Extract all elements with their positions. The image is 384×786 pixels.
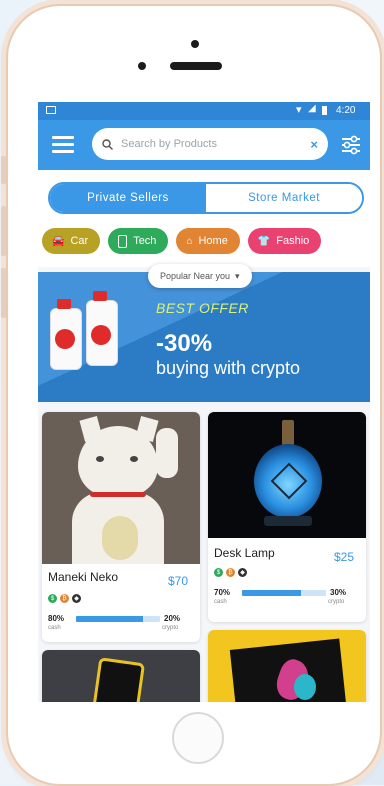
product-price: $25 [334,550,355,564]
chip-home[interactable]: ⌂ Home [176,228,240,254]
phone-product-image [42,650,200,702]
popular-near-you-dropdown[interactable]: Popular Near you ▾ [148,264,252,288]
product-card-desk-lamp[interactable]: Desk Lamp $25 $ ₿ ◆ 70% cash 30% crypto [208,412,366,622]
front-camera [191,40,199,48]
cash-percent: 70% [214,588,231,597]
detergent-bottle-image [50,299,82,370]
status-bar: ▾ ◢ 4:20 [38,102,370,120]
search-icon [102,138,113,150]
search-bar[interactable]: Search by Products × [92,128,328,160]
banner-best-offer: BEST OFFER [156,300,249,316]
chip-label: Tech [133,235,157,247]
app-screen: ▾ ◢ 4:20 Search by Products × Private Se… [38,102,370,702]
app-header: ▾ ◢ 4:20 Search by Products × Private Se… [38,102,370,267]
signal-icon: ◢ [308,103,316,114]
proximity-sensor [138,62,146,70]
popular-label: Popular Near you [160,271,231,281]
bitcoin-icon: ₿ [226,568,235,577]
chip-label: Car [70,235,89,247]
volume-up-button [1,206,6,256]
home-icon: ⌂ [186,235,193,247]
crypto-label: crypto [328,599,345,605]
chevron-down-icon: ▾ [235,270,240,281]
cash-fill [76,616,144,622]
status-time: 4:20 [336,105,356,116]
battery-icon [322,106,327,115]
tab-private-sellers[interactable]: Private Sellers [50,184,206,212]
ethereum-icon: ◆ [72,594,81,603]
ethereum-icon: ◆ [238,568,247,577]
crypto-percent: 30% [330,588,347,597]
mute-switch [1,156,6,184]
payment-split-bar [242,590,326,596]
promo-banner[interactable]: BEST OFFER -30% buying with crypto [38,272,370,402]
cash-label: cash [214,599,227,605]
product-name: Maneki Neko [48,570,119,584]
detergent-bottle-image [86,291,118,366]
crypto-percent: 20% [164,614,181,623]
desk-lamp-image [208,412,366,538]
artwork-product-image [208,630,366,702]
chip-label: Home [198,235,228,247]
cash-percent: 80% [48,614,65,623]
app-bar: Search by Products × [38,120,370,170]
earpiece-speaker [170,62,222,70]
product-card[interactable] [208,630,366,702]
chip-label: Fashio [276,235,310,247]
product-price: $70 [168,574,189,588]
phone-frame: ▾ ◢ 4:20 Search by Products × Private Se… [1,4,382,786]
category-chips: 🚘 Car Tech ⌂ Home 👕 Fashio [42,228,322,256]
wifi-icon: ▾ [296,104,302,116]
bitcoin-icon: ₿ [60,594,69,603]
seller-type-toggle: Private Sellers Store Market [48,182,364,214]
volume-down-button [1,268,6,318]
menu-icon[interactable] [52,136,74,154]
cash-fill [242,590,301,596]
phone-icon [118,234,128,248]
chip-tech[interactable]: Tech [108,228,169,254]
banner-discount: -30% [156,330,213,357]
crypto-label: crypto [162,625,179,631]
product-card-maneki-neko[interactable]: Maneki Neko $70 $ ₿ ◆ 80% cash 20% crypt… [42,412,200,642]
tab-store-market[interactable]: Store Market [206,184,362,212]
payment-split-bar [76,616,160,622]
home-button[interactable] [172,712,224,764]
payment-methods: $ ₿ ◆ [214,568,247,577]
chip-fashion[interactable]: 👕 Fashio [247,228,322,254]
payment-methods: $ ₿ ◆ [48,594,81,603]
filter-sliders-icon[interactable] [340,134,362,156]
maneki-neko-image [42,412,200,564]
product-name: Desk Lamp [214,546,275,560]
product-card[interactable] [42,650,200,702]
banner-subtitle: buying with crypto [156,358,301,378]
notification-icon [46,106,56,114]
chip-car[interactable]: 🚘 Car [42,228,101,254]
cash-label: cash [48,625,61,631]
cash-coin-icon: $ [48,594,57,603]
car-icon: 🚘 [52,235,65,247]
shirt-icon: 👕 [257,235,271,247]
cash-coin-icon: $ [214,568,223,577]
search-input[interactable]: Search by Products [121,138,310,150]
clear-search-icon[interactable]: × [310,137,318,152]
